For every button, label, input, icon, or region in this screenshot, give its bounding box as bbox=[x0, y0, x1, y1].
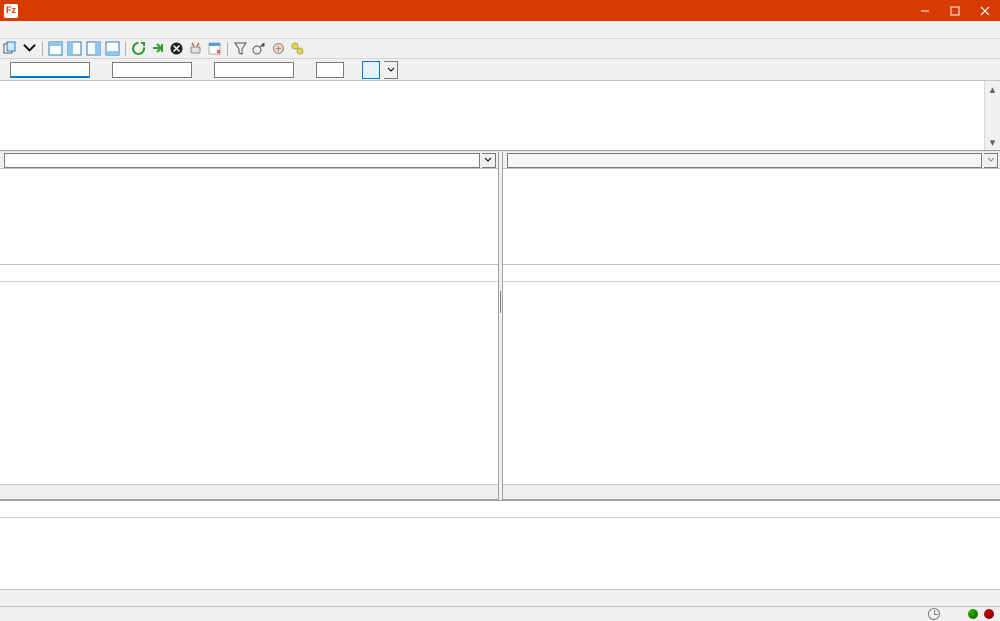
toggle-queue-button[interactable] bbox=[104, 40, 121, 57]
queue-tabs bbox=[0, 589, 1000, 606]
remote-pane bbox=[502, 152, 1000, 500]
toolbar bbox=[0, 39, 1000, 59]
main-split bbox=[0, 152, 1000, 500]
local-status bbox=[0, 484, 498, 499]
remote-file-list bbox=[503, 265, 1000, 484]
local-file-list[interactable] bbox=[0, 265, 498, 484]
message-log-scrollbar[interactable]: ▴▾ bbox=[984, 81, 1000, 150]
local-path-input[interactable] bbox=[4, 153, 480, 168]
host-input[interactable] bbox=[10, 62, 90, 78]
vertical-splitter[interactable] bbox=[499, 152, 502, 500]
remote-empty-message bbox=[503, 282, 1000, 484]
toggle-remote-tree-button[interactable] bbox=[85, 40, 102, 57]
toggle-local-tree-button[interactable] bbox=[66, 40, 83, 57]
close-button[interactable] bbox=[970, 0, 1000, 21]
reconnect-button[interactable] bbox=[206, 40, 223, 57]
message-log[interactable]: ▴▾ bbox=[0, 81, 1000, 151]
transfer-queue bbox=[0, 500, 1000, 606]
status-bar bbox=[0, 606, 1000, 621]
minimize-button[interactable] bbox=[910, 0, 940, 21]
status-led-2-icon bbox=[984, 609, 994, 619]
remote-directory-tree bbox=[503, 169, 1000, 265]
remote-site-bar bbox=[503, 152, 1000, 169]
title-bar: Fz bbox=[0, 0, 1000, 21]
cancel-button[interactable] bbox=[168, 40, 185, 57]
password-input[interactable] bbox=[214, 62, 294, 78]
remote-status bbox=[503, 484, 1000, 499]
toggle-message-log-button[interactable] bbox=[47, 40, 64, 57]
queue-body[interactable] bbox=[0, 518, 1000, 589]
menu-bar bbox=[0, 21, 1000, 39]
local-pane bbox=[0, 152, 499, 500]
refresh-button[interactable] bbox=[130, 40, 147, 57]
queue-indicator-icon bbox=[928, 608, 940, 620]
disconnect-button[interactable] bbox=[187, 40, 204, 57]
local-site-bar bbox=[0, 152, 498, 169]
process-queue-button[interactable] bbox=[149, 40, 166, 57]
remote-path-input bbox=[507, 153, 983, 168]
local-directory-tree[interactable] bbox=[0, 169, 498, 265]
maximize-button[interactable] bbox=[940, 0, 970, 21]
local-path-dropdown[interactable] bbox=[482, 153, 496, 168]
search-button[interactable] bbox=[289, 40, 306, 57]
quickconnect-button[interactable] bbox=[362, 61, 380, 79]
quickconnect-history-dropdown[interactable] bbox=[384, 61, 398, 79]
username-input[interactable] bbox=[112, 62, 192, 78]
directory-compare-button[interactable] bbox=[251, 40, 268, 57]
status-led-1-icon bbox=[968, 609, 978, 619]
remote-path-dropdown bbox=[984, 153, 998, 168]
app-logo-icon: Fz bbox=[4, 4, 18, 18]
port-input[interactable] bbox=[316, 62, 344, 78]
site-manager-button[interactable] bbox=[2, 40, 19, 57]
sync-browsing-button[interactable] bbox=[270, 40, 287, 57]
filter-button[interactable] bbox=[232, 40, 249, 57]
site-manager-dropdown-icon[interactable] bbox=[21, 40, 38, 57]
quickconnect-bar bbox=[0, 59, 1000, 81]
